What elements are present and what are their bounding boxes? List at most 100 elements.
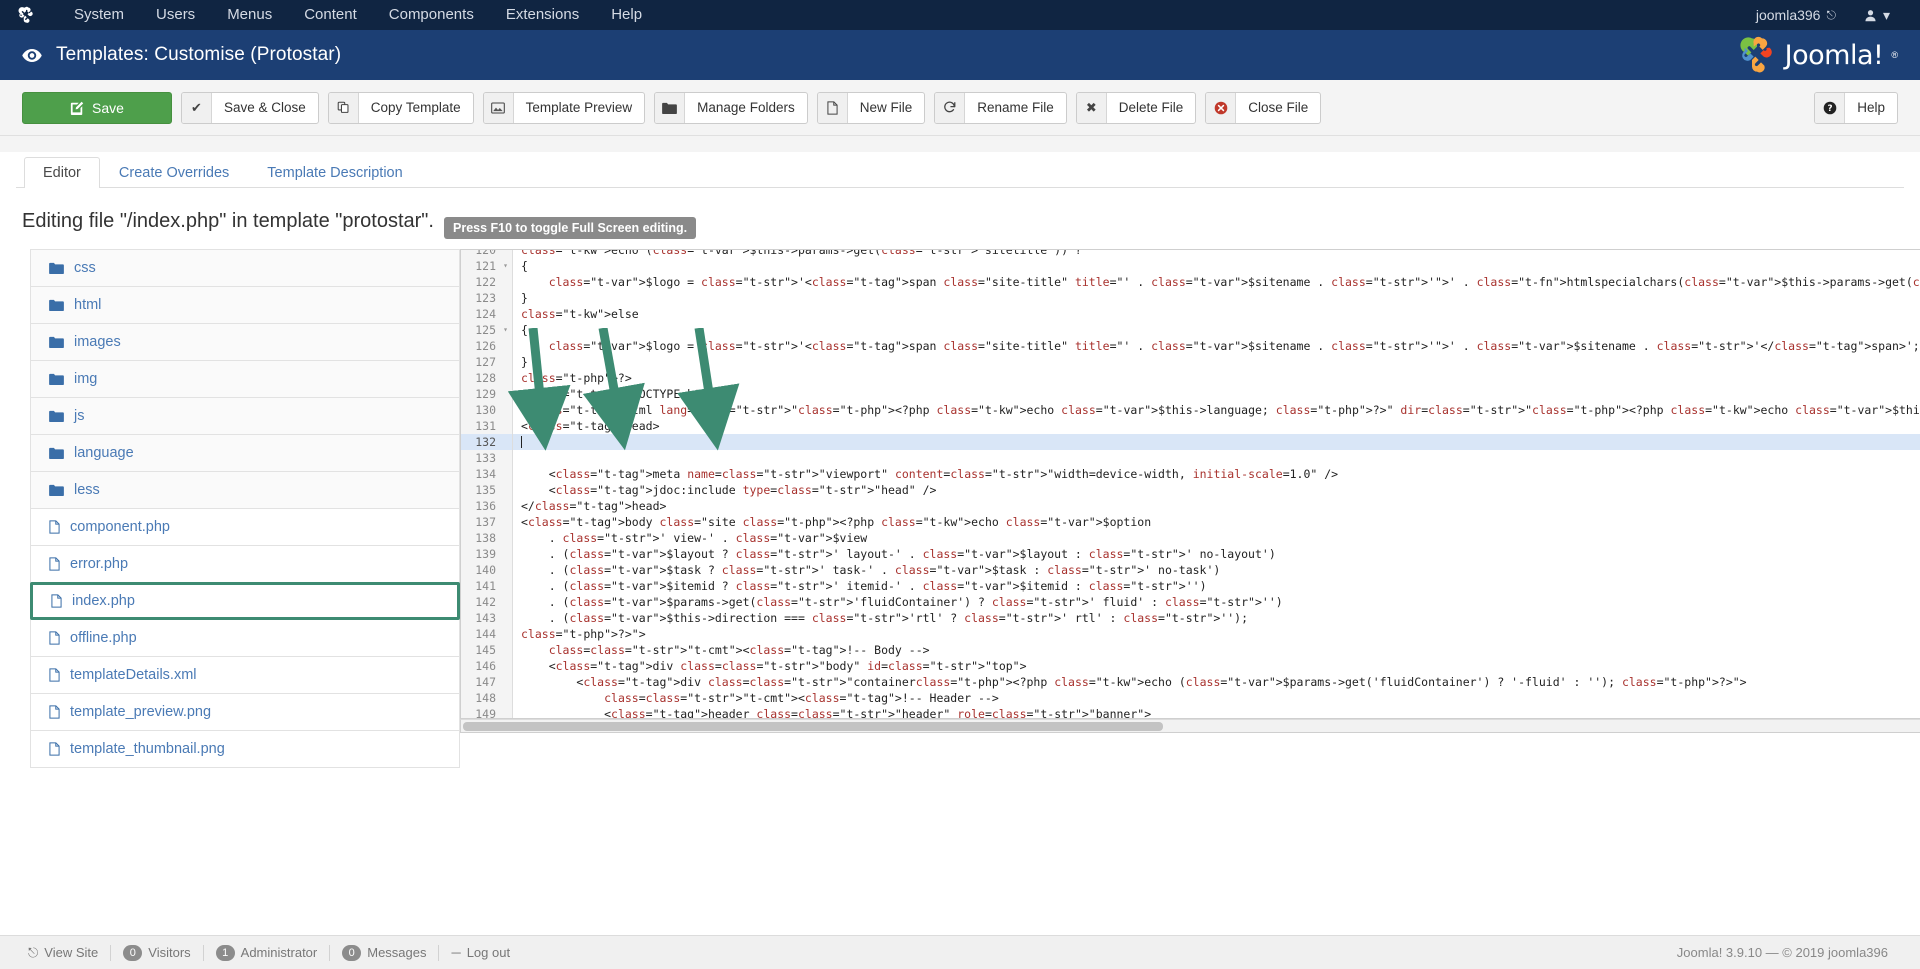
- status-administrator-label: Administrator: [241, 945, 318, 960]
- file-tree: css html images img jslanguage less component.…: [16, 249, 460, 767]
- status-bar: ⎋ View Site 0 Visitors 1 Administrator 0…: [0, 935, 1920, 969]
- code-line: <class="t-tag">div class=class="t-str">"…: [521, 674, 1920, 690]
- joomla-logo-icon[interactable]: [16, 5, 36, 25]
- registered-mark: ®: [1891, 50, 1898, 60]
- menu-item-menus[interactable]: Menus: [211, 0, 288, 30]
- file-tree-item-less[interactable]: less: [30, 471, 460, 509]
- file-tree-item-images[interactable]: images: [30, 323, 460, 361]
- main-content: Editor Create Overrides Template Descrip…: [0, 152, 1920, 951]
- status-administrator[interactable]: 1 Administrator: [204, 945, 330, 961]
- user-menu-button[interactable]: ▾: [1850, 7, 1904, 24]
- code-line: }: [521, 354, 1920, 370]
- code-line: </class="t-tag">head>: [521, 498, 1920, 514]
- line-number: 123: [461, 290, 512, 306]
- copy-icon: [329, 93, 359, 123]
- menu-item-system[interactable]: System: [58, 0, 140, 30]
- question-circle-icon: ?: [1815, 93, 1845, 123]
- file-tree-item-error-php[interactable]: error.php: [30, 545, 460, 583]
- file-tree-item-css[interactable]: css: [30, 249, 460, 287]
- administrator-badge: 1: [216, 945, 235, 961]
- status-view-site[interactable]: ⎋ View Site: [16, 945, 110, 961]
- line-number: 146: [461, 658, 512, 674]
- code-line: {: [521, 258, 1920, 274]
- tab-create-overrides[interactable]: Create Overrides: [100, 157, 248, 188]
- code-line: class="t-php">?>: [521, 370, 1920, 386]
- menu-item-components[interactable]: Components: [373, 0, 490, 30]
- file-icon: [49, 557, 60, 571]
- line-number-gutter: 120121▾122123124125▾12612712812913013113…: [461, 249, 513, 718]
- file-tree-item-component-php[interactable]: component.php: [30, 508, 460, 546]
- line-number: 130: [461, 402, 512, 418]
- line-number: 120: [461, 249, 512, 258]
- line-number: 133: [461, 450, 512, 466]
- rename-file-button[interactable]: Rename File: [934, 92, 1067, 124]
- file-tree-item-label: img: [74, 371, 97, 387]
- image-icon: [484, 93, 514, 123]
- joomla-brand-icon: [1737, 35, 1777, 75]
- code-line: class=class="t-str">"t-cmt"><class="t-ta…: [521, 642, 1920, 658]
- copy-template-button[interactable]: Copy Template: [328, 92, 474, 124]
- joomla-wordmark: Joomla!: [1785, 40, 1884, 71]
- status-messages[interactable]: 0 Messages: [330, 945, 438, 961]
- editor-horizontal-scrollbar[interactable]: [460, 719, 1920, 733]
- line-number: 121▾: [461, 258, 512, 274]
- code-line: <class="t-tag">body class="site class="t…: [521, 514, 1920, 530]
- delete-file-button[interactable]: ✖ Delete File: [1076, 92, 1197, 124]
- folder-icon: [49, 336, 64, 348]
- file-tree-item-template-preview-png[interactable]: template_preview.png: [30, 693, 460, 731]
- status-visitors[interactable]: 0 Visitors: [111, 945, 202, 961]
- code-line: <class="t-tag">div class=class="t-str">"…: [521, 658, 1920, 674]
- code-line: {: [521, 322, 1920, 338]
- site-name-label: joomla396: [1756, 7, 1821, 23]
- external-link-icon: ⎋: [28, 945, 38, 961]
- new-file-button[interactable]: New File: [817, 92, 926, 124]
- template-preview-button[interactable]: Template Preview: [483, 92, 646, 124]
- site-name-link[interactable]: joomla396 ⎋: [1742, 7, 1850, 23]
- code-fold-toggle[interactable]: ▾: [503, 258, 508, 274]
- tab-editor[interactable]: Editor: [24, 157, 100, 188]
- menu-item-content[interactable]: Content: [288, 0, 373, 30]
- file-tree-item-templatedetails-xml[interactable]: templateDetails.xml: [30, 656, 460, 694]
- file-tree-item-label: less: [74, 482, 100, 498]
- menu-item-help[interactable]: Help: [595, 0, 658, 30]
- file-tree-item-label: component.php: [70, 519, 170, 535]
- close-file-button[interactable]: Close File: [1205, 92, 1321, 124]
- save-button[interactable]: Save: [22, 92, 172, 124]
- status-logout[interactable]: ─ Log out: [439, 945, 522, 960]
- tab-template-description[interactable]: Template Description: [248, 157, 421, 188]
- folder-icon: [49, 484, 64, 496]
- file-tree-item-html[interactable]: html: [30, 286, 460, 324]
- horizontal-scroll-thumb[interactable]: [463, 722, 1163, 731]
- file-tree-item-offline-php[interactable]: offline.php: [30, 619, 460, 657]
- help-button[interactable]: ? Help: [1814, 92, 1898, 124]
- line-number: 147: [461, 674, 512, 690]
- file-tree-item-js[interactable]: js: [30, 397, 460, 435]
- file-tree-item-img[interactable]: img: [30, 360, 460, 398]
- menu-item-extensions[interactable]: Extensions: [490, 0, 595, 30]
- manage-folders-button[interactable]: Manage Folders: [654, 92, 808, 124]
- code-text-area[interactable]: class="t-kw">echo (class="t-var">$this->…: [513, 249, 1920, 718]
- line-number: 148: [461, 690, 512, 706]
- eye-icon: [22, 49, 42, 62]
- check-icon: ✔: [182, 93, 212, 123]
- file-tree-item-label: html: [74, 297, 101, 313]
- file-icon: [49, 520, 60, 534]
- file-tree-item-label: error.php: [70, 556, 128, 572]
- folder-icon: [49, 262, 64, 274]
- file-tree-item-template-thumbnail-png[interactable]: template_thumbnail.png: [30, 730, 460, 768]
- code-line: class="t-kw">echo (class="t-var">$this->…: [521, 249, 1920, 258]
- file-icon: [49, 705, 60, 719]
- code-fold-toggle[interactable]: ▾: [503, 322, 508, 338]
- menu-item-users[interactable]: Users: [140, 0, 211, 30]
- save-and-close-button[interactable]: ✔ Save & Close: [181, 92, 319, 124]
- code-line: <class="t-tag">header class=class="t-str…: [521, 706, 1920, 718]
- folder-icon: [49, 299, 64, 311]
- file-icon: [49, 742, 60, 756]
- redo-icon: [935, 93, 965, 123]
- code-editor[interactable]: 120121▾122123124125▾12612712812913013113…: [460, 249, 1920, 719]
- new-file-label: New File: [848, 93, 925, 123]
- file-tree-item-language[interactable]: language: [30, 434, 460, 472]
- user-icon: [1864, 9, 1877, 22]
- code-line: class="t-kw">else: [521, 306, 1920, 322]
- file-tree-item-index-php[interactable]: index.php: [30, 582, 460, 620]
